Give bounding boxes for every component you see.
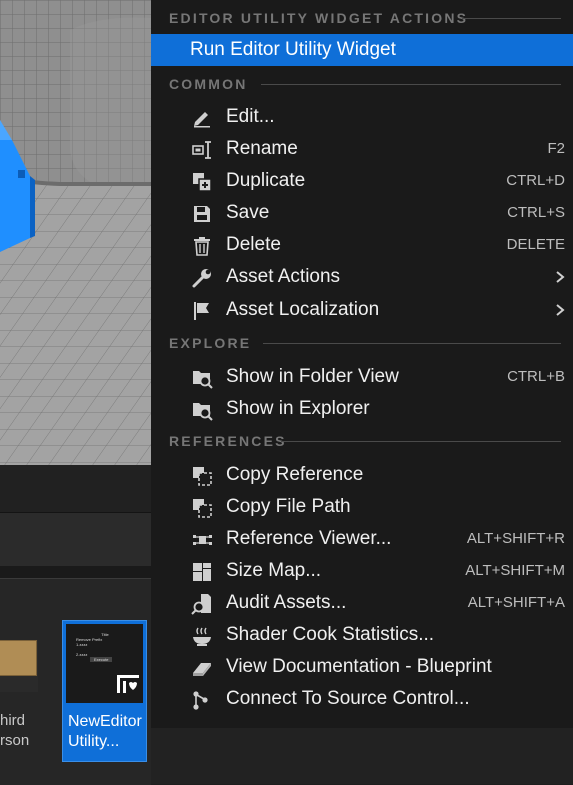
section-header-references: REFERENCES (151, 429, 573, 453)
source-control-icon (191, 689, 213, 711)
rename-icon (191, 139, 213, 161)
viewport-bottom-bar (0, 465, 151, 512)
shortcut-label: CTRL+B (507, 368, 565, 385)
menu-item-copy-file-path[interactable]: Copy File Path (151, 491, 573, 523)
asset-tile-selected[interactable]: Title Remove Prefix 1.zzzz 2.zzzz Execut… (62, 620, 147, 762)
menu-item-label: Edit... (226, 106, 275, 127)
audit-icon (191, 593, 213, 615)
copy-path-icon (191, 497, 213, 519)
folder-search-icon (191, 399, 213, 421)
menu-item-view-documentation[interactable]: View Documentation - Blueprint (151, 651, 573, 683)
menu-item-asset-localization[interactable]: Asset Localization (151, 294, 573, 326)
menu-item-label: Asset Localization (226, 299, 380, 320)
widget-preview: Title Remove Prefix 1.zzzz 2.zzzz Execut… (76, 632, 134, 670)
shortcut-label: ALT+SHIFT+A (467, 594, 565, 611)
content-browser-assets: hird rson Title Remove Prefix 1.zzzz 2.z… (0, 578, 151, 785)
asset-tile[interactable] (0, 640, 38, 692)
menu-item-label: Show in Folder View (226, 366, 399, 387)
content-browser-footer (151, 728, 573, 784)
section-title: EXPLORE (169, 335, 252, 351)
shortcut-label: CTRL+S (507, 204, 565, 221)
section-title: EDITOR UTILITY WIDGET ACTIONS (169, 10, 469, 26)
flag-icon (191, 300, 213, 322)
shader-icon (191, 625, 213, 647)
copy-reference-icon (191, 465, 213, 487)
menu-item-label: Duplicate (226, 170, 306, 191)
menu-item-show-in-folder-view[interactable]: Show in Folder View CTRL+B (151, 361, 573, 393)
menu-item-label: Delete (226, 234, 281, 255)
menu-item-show-in-explorer[interactable]: Show in Explorer (151, 393, 573, 425)
section-divider (462, 18, 561, 19)
asset-label-line2: rson (0, 732, 30, 749)
section-title: REFERENCES (169, 433, 287, 449)
menu-item-duplicate[interactable]: Duplicate CTRL+D (151, 165, 573, 197)
menu-item-label: Size Map... (226, 560, 322, 581)
shortcut-label: ALT+SHIFT+M (465, 562, 565, 579)
content-browser-toolbar (0, 512, 151, 567)
folder-search-icon (191, 367, 213, 389)
menu-item-label: Asset Actions (226, 266, 341, 287)
documentation-icon (191, 657, 213, 679)
menu-item-label: Copy File Path (226, 496, 351, 517)
menu-item-label: Reference Viewer... (226, 528, 392, 549)
reference-viewer-icon (191, 529, 213, 551)
asset-label-line2: Utility... (68, 733, 120, 750)
menu-item-rename[interactable]: Rename F2 (151, 133, 573, 165)
shortcut-label: ALT+SHIFT+R (466, 530, 565, 547)
menu-item-label: Save (226, 202, 270, 223)
editor-utility-icon (116, 674, 140, 694)
menu-item-audit-assets[interactable]: Audit Assets... ALT+SHIFT+A (151, 587, 573, 619)
menu-item-label: Shader Cook Statistics... (226, 624, 435, 645)
section-title: COMMON (169, 76, 248, 92)
asset-context-menu: EDITOR UTILITY WIDGET ACTIONS Run Editor… (151, 0, 573, 728)
menu-item-asset-actions[interactable]: Asset Actions (151, 261, 573, 293)
menu-item-copy-reference[interactable]: Copy Reference (151, 459, 573, 491)
wrench-icon (191, 267, 213, 289)
duplicate-icon (191, 171, 213, 193)
menu-item-connect-source-control[interactable]: Connect To Source Control... (151, 683, 573, 715)
menu-item-label: Audit Assets... (226, 592, 347, 613)
menu-item-label: Connect To Source Control... (226, 688, 470, 709)
menu-item-label: View Documentation - Blueprint (226, 656, 492, 677)
chevron-right-icon (553, 270, 567, 284)
asset-tile-label: hird rson (0, 711, 38, 751)
level-viewport[interactable] (0, 0, 151, 465)
asset-thumbnail: Title Remove Prefix 1.zzzz 2.zzzz Execut… (66, 624, 143, 703)
section-header-common: COMMON (151, 72, 573, 96)
menu-item-reference-viewer[interactable]: Reference Viewer... ALT+SHIFT+R (151, 523, 573, 555)
trash-icon (191, 235, 213, 257)
preview-line: 1.zzzz (76, 642, 88, 647)
menu-item-edit[interactable]: Edit... (151, 101, 573, 133)
asset-label-line1: NewEditor (68, 713, 142, 730)
menu-item-save[interactable]: Save CTRL+S (151, 197, 573, 229)
menu-item-size-map[interactable]: Size Map... ALT+SHIFT+M (151, 555, 573, 587)
preview-button: Execute (90, 657, 113, 662)
section-header-explore: EXPLORE (151, 331, 573, 355)
asset-tile-label: NewEditor Utility... (68, 712, 142, 752)
section-divider (261, 84, 561, 85)
menu-item-run-editor-utility-widget[interactable]: Run Editor Utility Widget (151, 34, 573, 66)
shortcut-label: F2 (547, 140, 565, 157)
section-divider (263, 343, 561, 344)
menu-item-shader-cook-statistics[interactable]: Shader Cook Statistics... (151, 619, 573, 651)
chevron-right-icon (553, 303, 567, 317)
content-browser-divider (0, 566, 151, 578)
section-divider (281, 441, 561, 442)
shortcut-label: CTRL+D (506, 172, 565, 189)
section-header-editor-utility: EDITOR UTILITY WIDGET ACTIONS (151, 6, 573, 30)
menu-item-label: Rename (226, 138, 298, 159)
menu-item-delete[interactable]: Delete DELETE (151, 229, 573, 261)
size-map-icon (191, 561, 213, 583)
asset-thumbnail (0, 640, 37, 676)
menu-item-label: Show in Explorer (226, 398, 370, 419)
menu-item-label: Copy Reference (226, 464, 364, 485)
pencil-icon (191, 107, 213, 129)
save-icon (191, 203, 213, 225)
asset-label-line1: hird (0, 712, 26, 729)
menu-item-label: Run Editor Utility Widget (190, 39, 396, 60)
shortcut-label: DELETE (506, 236, 565, 253)
